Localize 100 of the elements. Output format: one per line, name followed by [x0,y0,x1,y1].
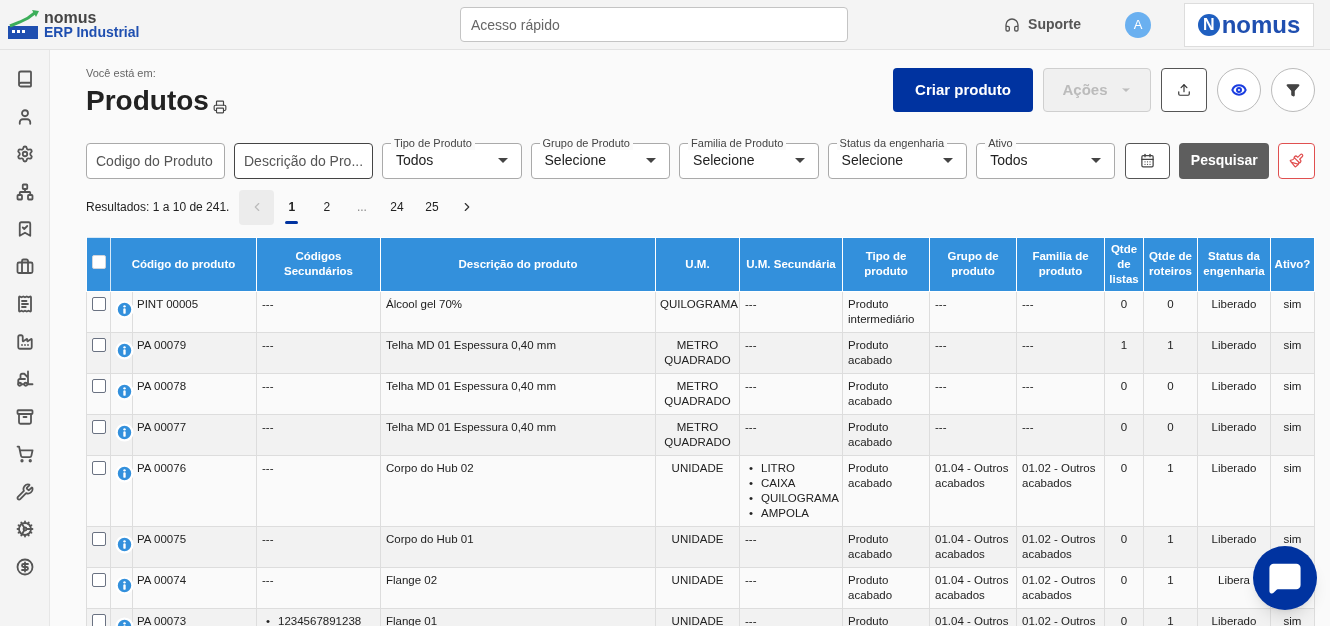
results-count: Resultados: 1 a 10 de 241. [86,199,230,216]
column-header[interactable]: Qtde de listas [1104,237,1144,291]
document-icon[interactable] [15,295,34,313]
table-cell: 01.04 - Outros acabados [935,461,1009,489]
filter-field[interactable]: Codigo do Produto [86,142,225,179]
page-button[interactable]: 1 [274,189,310,225]
select-value: Selecione [841,151,904,170]
table-cell: UNIDADE [671,573,724,586]
table-cell: Produto acabado [848,532,893,560]
info-icon[interactable] [115,299,134,319]
table-cell: 0 [1167,379,1174,392]
pagination-ellipsis: ... [355,199,368,216]
column-header[interactable]: Tipo de produto [842,237,930,291]
visibility-button[interactable] [1217,68,1261,112]
info-icon[interactable] [115,340,134,360]
gears-icon[interactable] [15,520,34,538]
table-cell: --- [1022,338,1034,351]
upload-icon [1177,83,1191,97]
filter-field[interactable]: Descrição do Pro... [234,142,373,179]
table-cell: 0 [1120,297,1128,310]
table-cell: UNIDADE [671,532,724,545]
info-icon[interactable] [115,422,134,442]
table-cell: --- [745,297,757,310]
table-cell: sim [1283,379,1302,392]
table-cell: --- [935,420,947,433]
column-header[interactable]: Descrição do produto [380,237,656,291]
table-cell: Produto acabado [848,338,893,366]
avatar[interactable]: A [1125,11,1151,38]
book-icon[interactable] [15,70,34,88]
factory-icon[interactable] [15,332,34,351]
table-cell: --- [745,420,757,433]
table-cell: UNIDADE [671,461,724,474]
table-cell: Álcool gel 70% [386,297,463,310]
caret-icon [646,158,657,163]
create-product-button[interactable]: Criar produto [893,68,1033,112]
clear-button[interactable] [1278,142,1315,179]
breadcrumb-label: Você está em: [86,66,157,81]
table-cell: Produto acabado [848,420,893,448]
dollar-icon[interactable] [15,557,34,576]
forklift-icon[interactable] [15,370,34,388]
table-cell: sim [1283,297,1302,310]
info-icon[interactable] [115,463,134,483]
column-header[interactable]: Familia de produto [1016,237,1105,291]
wrench-icon[interactable] [15,482,34,501]
calendar-button[interactable] [1124,142,1171,179]
table-cell: Produto acabado [848,379,893,407]
column-header[interactable]: Grupo de produto [929,237,1017,291]
table-cell: 0 [1167,420,1174,433]
checkbox[interactable] [91,531,106,546]
logo-icon [8,9,40,40]
table-cell: 01.02 - Outros acabados [1022,532,1096,560]
column-header[interactable]: U.M. Secundária [739,237,843,291]
table-cell: 0 [1120,461,1128,474]
table-cell: METRO QUADRADO [664,420,731,448]
table-cell: --- [935,297,947,310]
search-button[interactable]: Pesquisar [1179,142,1270,179]
checkbox[interactable] [91,572,106,587]
table-cell: Corpo do Hub 01 [386,532,474,545]
checkbox[interactable] [91,296,106,311]
table-cell: --- [262,379,274,392]
column-header[interactable]: Código do produto [110,237,257,291]
briefcase-icon[interactable] [15,257,34,276]
page-title: Produtos [86,83,209,118]
checkbox[interactable] [91,419,106,434]
page-button[interactable]: 2 [309,189,345,225]
hierarchy-icon[interactable] [15,182,34,201]
table-cell: PA 00074 [137,573,187,586]
support-button[interactable]: Suporte [1004,14,1081,35]
select-value: Selecione [544,151,607,170]
info-icon[interactable] [115,534,134,554]
checkbox[interactable] [91,378,106,393]
table-cell: PA 00076 [137,461,187,474]
column-header[interactable]: U.M. [655,237,740,291]
print-icon[interactable] [212,99,227,114]
filter-button[interactable] [1271,68,1315,112]
search-field[interactable]: Acesso rápido [460,7,848,42]
settings-icon[interactable] [15,145,34,163]
table-cell: --- [1022,420,1034,433]
column-header[interactable]: Ativo? [1270,237,1315,291]
page-button[interactable]: 25 [414,189,450,225]
logo-text: nomus [1221,12,1301,37]
table-cell: Telha MD 01 Espessura 0,40 mm [386,338,557,351]
column-header[interactable]: Status da engenharia [1197,237,1271,291]
caret-icon [943,158,954,163]
table-cell: --- [935,338,947,351]
checkbox[interactable] [91,613,106,626]
checkbox[interactable] [91,337,106,352]
page-button[interactable]: 24 [379,189,415,225]
logo-brand: nomus [44,10,98,25]
caret-icon [794,158,805,163]
info-icon[interactable] [115,575,134,595]
chat-icon [1268,561,1302,595]
checkbox[interactable] [91,460,106,475]
archive-icon[interactable] [15,407,34,426]
column-header[interactable]: Qtde de roteiros [1143,237,1198,291]
column-header[interactable]: Códigos Secundários [256,237,381,291]
cart-icon[interactable] [15,445,34,463]
table-cell: CAIXA [761,475,796,491]
info-icon[interactable] [115,381,134,401]
upload-button[interactable] [1161,68,1207,112]
